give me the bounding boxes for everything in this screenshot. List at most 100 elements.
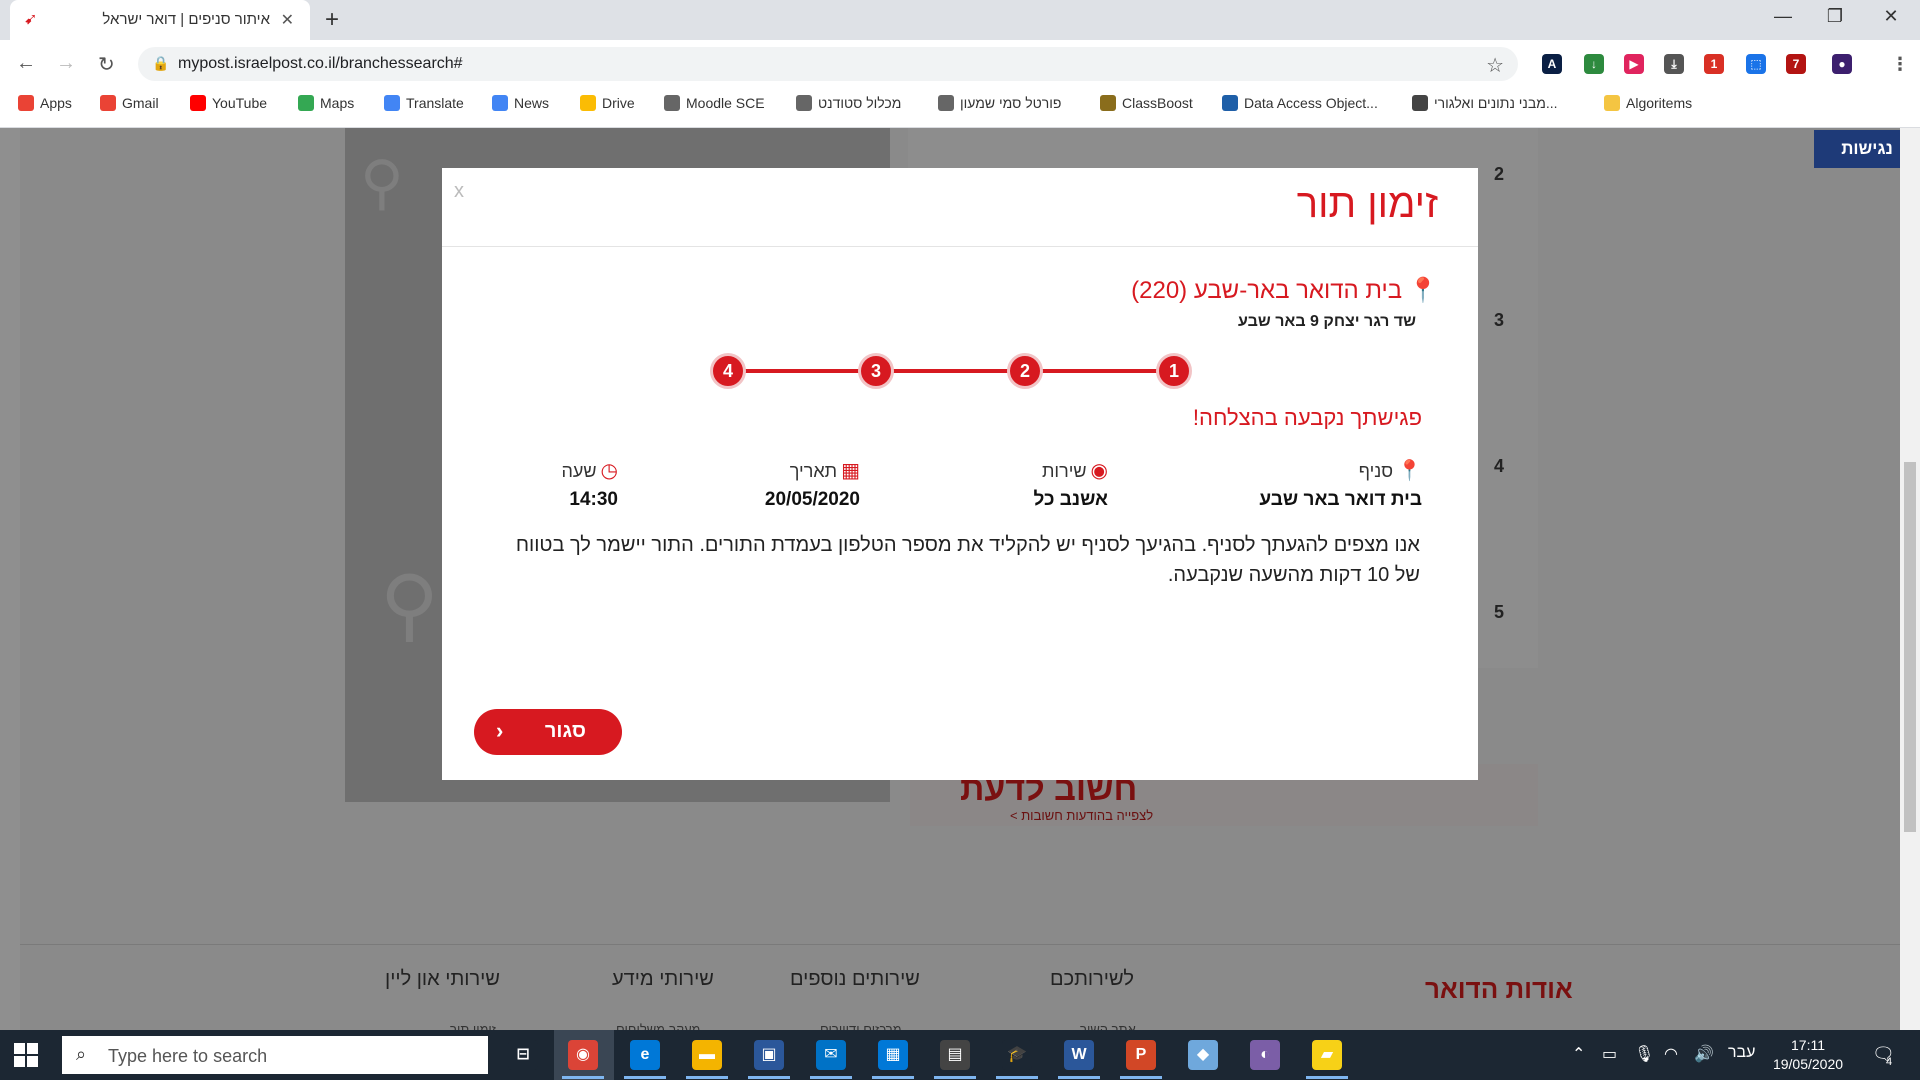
bookmark-item[interactable]: News (492, 95, 549, 117)
browser-tab[interactable]: ➹ איתור סניפים | דואר ישראל ✕ (10, 0, 310, 40)
lock-icon[interactable]: 🔒 (152, 55, 169, 72)
bookmark-item[interactable]: מכלול סטודנט (796, 95, 901, 117)
reload-button[interactable]: ↻ (98, 52, 115, 77)
branch-heading: 📍בית הדואר באר-שבע (220) (1131, 276, 1438, 305)
extension-icon[interactable]: ⋮ (1890, 54, 1910, 74)
footer-link[interactable]: זימון תור (450, 1022, 496, 1030)
bookmark-item[interactable]: Gmail (100, 95, 159, 117)
footer-about-heading[interactable]: אודות הדואר (1425, 974, 1573, 1005)
bookmark-label: Gmail (122, 95, 159, 111)
input-language[interactable]: עבר (1728, 1044, 1755, 1062)
microphone-icon[interactable]: 🎙 (1634, 1044, 1654, 1064)
step-2: 2 (1007, 353, 1043, 389)
powerpoint-icon[interactable]: P (1126, 1040, 1156, 1070)
list-item-number: 3 (1494, 310, 1505, 330)
task-view-icon[interactable]: ⊟ (508, 1040, 538, 1070)
footer-col-additional[interactable]: שירותים נוספים (790, 968, 920, 991)
bookmark-label: Algoritems (1626, 95, 1693, 111)
modal-close-x[interactable]: x (454, 180, 464, 203)
bookmark-item[interactable]: YouTube (190, 95, 267, 117)
tab-close-icon[interactable]: ✕ (281, 10, 294, 30)
success-message: פגישתך נקבעה בהצלחה! (1192, 405, 1422, 430)
file-explorer-icon[interactable]: ▬ (692, 1040, 722, 1070)
extension-icon[interactable]: ⤓ (1664, 54, 1684, 74)
extension-icon[interactable]: ▶ (1624, 54, 1644, 74)
clock-time: 17:11 (1791, 1037, 1825, 1053)
forward-button[interactable]: → (56, 52, 76, 75)
calculator-icon[interactable]: ▤ (940, 1040, 970, 1070)
maximize-button[interactable]: ❐ (1820, 6, 1850, 27)
step-3: 3 (858, 353, 894, 389)
map-pin-icon: ⚲ (360, 149, 404, 216)
graduation-icon[interactable]: 🎓 (1002, 1040, 1032, 1070)
start-button[interactable] (14, 1043, 38, 1067)
taskbar-search-placeholder[interactable]: Type here to search (108, 1046, 267, 1067)
app-running-indicator (748, 1076, 790, 1079)
clock-date: 19/05/2020 (1772, 1056, 1844, 1072)
extension-icon[interactable]: ↓ (1584, 54, 1604, 74)
app-running-indicator (996, 1076, 1038, 1079)
app-icon[interactable]: ◆ (1188, 1040, 1218, 1070)
footer-col-info[interactable]: שירותי מידע (612, 968, 714, 991)
sticky-notes-icon[interactable]: ▰ (1312, 1040, 1342, 1070)
back-button[interactable]: ← (16, 52, 36, 75)
extension-icon[interactable]: 7 (1786, 54, 1806, 74)
close-button[interactable]: סגור ‹ (474, 709, 622, 755)
detail-date: ▦תאריך 20/05/2020 (765, 458, 860, 511)
banner-link[interactable]: לצפייה בהודעות חשובות > (1010, 808, 1153, 823)
bookmark-item[interactable]: מבני נתונים ואלגורי... (1412, 95, 1558, 117)
battery-icon[interactable]: ▭ (1602, 1044, 1617, 1064)
sce-icon (664, 95, 680, 111)
scrollbar-thumb[interactable] (1904, 462, 1916, 832)
bookmark-item[interactable]: Data Access Object... (1222, 95, 1378, 117)
calendar-icon[interactable]: ▦ (878, 1040, 908, 1070)
app-icon[interactable]: ◐ (1250, 1040, 1280, 1070)
new-tab-button[interactable]: + (325, 6, 339, 34)
detail-service-value: אשנב כל (1033, 489, 1108, 510)
step-4: 4 (710, 353, 746, 389)
footer-link[interactable]: מעקב משלוחים (616, 1022, 700, 1030)
app-running-indicator (934, 1076, 976, 1079)
app-running-indicator (562, 1076, 604, 1079)
detail-branch: 📍סניף בית דואר באר שבע (1259, 458, 1422, 511)
modal-title: זימון תור (1296, 182, 1438, 226)
word-icon[interactable]: W (1064, 1040, 1094, 1070)
bookmark-item[interactable]: Apps (18, 95, 72, 117)
edge-icon[interactable]: e (630, 1040, 660, 1070)
bookmark-item[interactable]: ClassBoost (1100, 95, 1193, 117)
bookmark-item[interactable]: Moodle SCE (664, 95, 765, 117)
taskbar-search[interactable]: ⌕ Type here to search (62, 1036, 488, 1074)
bookmark-item[interactable]: Drive (580, 95, 635, 117)
extension-icon[interactable]: ● (1832, 54, 1852, 74)
system-clock[interactable]: 17:11 19/05/2020 (1768, 1036, 1848, 1074)
bookmark-label: Drive (602, 95, 635, 111)
chevron-up-icon[interactable]: ⌃ (1572, 1044, 1585, 1064)
mail-icon[interactable]: ✉ (816, 1040, 846, 1070)
bookmark-star-icon[interactable]: ☆ (1486, 53, 1504, 78)
youtube-icon (190, 95, 206, 111)
extension-icon[interactable]: 1 (1704, 54, 1724, 74)
chrome-icon[interactable]: ◉ (568, 1040, 598, 1070)
footer-link[interactable]: אתר השיר (1080, 1022, 1136, 1030)
url-text[interactable]: mypost.israelpost.co.il/branchessearch# (178, 55, 463, 73)
app-running-indicator (1058, 1076, 1100, 1079)
address-bar[interactable]: 🔒 mypost.israelpost.co.il/branchessearch… (138, 47, 1518, 81)
window-close-button[interactable]: ✕ (1876, 6, 1906, 27)
volume-icon[interactable]: 🔊 (1694, 1044, 1714, 1064)
wifi-icon[interactable]: ◠ (1664, 1044, 1678, 1064)
footer-link[interactable]: מרכזים ודיוורים (820, 1022, 902, 1030)
bookmark-item[interactable]: Maps (298, 95, 354, 117)
detail-service-label: שירות (1042, 461, 1087, 481)
bookmark-item[interactable]: Translate (384, 95, 464, 117)
step-1: 1 (1156, 353, 1192, 389)
bookmark-item[interactable]: פורטל סמי שמעון (938, 95, 1061, 117)
footer-col-services[interactable]: לשירותכם (1050, 968, 1134, 991)
store-icon[interactable]: ▣ (754, 1040, 784, 1070)
classboost-icon (1100, 95, 1116, 111)
extension-icon[interactable]: ⬚ (1746, 54, 1766, 74)
app-running-indicator (872, 1076, 914, 1079)
extension-icon[interactable]: A (1542, 54, 1562, 74)
minimize-button[interactable]: — (1768, 6, 1798, 27)
bookmark-item[interactable]: Algoritems (1604, 95, 1692, 117)
footer-col-online[interactable]: שירותי און ליין (385, 968, 500, 991)
